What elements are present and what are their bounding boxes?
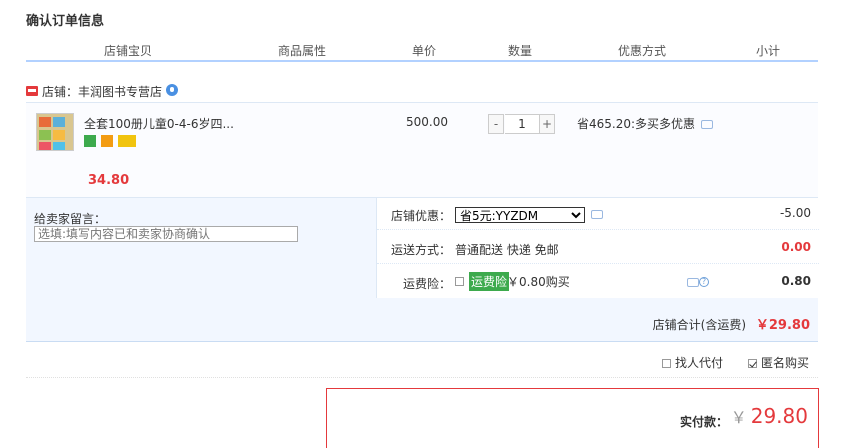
page-title: 确认订单信息 <box>26 14 105 29</box>
proxy-pay-option[interactable]: 找人代付 <box>662 354 723 371</box>
payment-amount: 29.80 <box>750 404 808 428</box>
shop-name-link[interactable]: 店铺：丰润图书专营店 <box>42 83 162 100</box>
shipping-label: 运送方式： <box>391 243 452 257</box>
unit-price: 500.00 <box>406 115 448 129</box>
shop-total: 店铺合计(含运费) ￥29.80 <box>653 314 810 333</box>
shipping-amount: 0.00 <box>781 240 811 254</box>
fees-block: 店铺优惠： 省5元:YYZDM -5.00 运送方式： 普通配送 快递 免邮 0… <box>376 198 819 298</box>
quantity-plus-button[interactable]: + <box>539 114 555 134</box>
quantity-stepper: - + <box>488 114 556 134</box>
discount-row: 店铺优惠： 省5元:YYZDM -5.00 <box>377 198 819 230</box>
insurance-row: 运费险： 运费险 ￥0.80购买 ? 0.80 <box>377 266 819 298</box>
payment-summary: 实付款： ￥ 29.80 <box>326 388 819 448</box>
proxy-pay-label: 找人代付 <box>675 356 724 370</box>
shipping-row: 运送方式： 普通配送 快递 免邮 0.00 <box>377 232 819 264</box>
shop-total-label: 店铺合计(含运费) <box>652 318 747 332</box>
quantity-input[interactable] <box>505 114 539 134</box>
seller-message-label: 给卖家留言： <box>34 212 107 226</box>
promotion-info: 省465.20:多买多优惠 <box>577 115 713 132</box>
insurance-price: ￥0.80购买 <box>507 275 570 289</box>
credit-card-icon[interactable] <box>117 135 136 147</box>
shop-total-value: ￥29.80 <box>755 318 810 333</box>
col-quantity: 数量 <box>508 44 533 58</box>
insurance-checkbox[interactable] <box>455 277 464 286</box>
column-header-row: 店铺宝贝 商品属性 单价 数量 优惠方式 小计 <box>26 38 818 62</box>
payment-amount-wrap: ￥ 29.80 <box>731 404 808 428</box>
proxy-pay-checkbox[interactable] <box>662 359 671 368</box>
payment-label: 实付款： <box>679 415 728 429</box>
anonymous-option[interactable]: 匿名购买 <box>748 354 809 371</box>
shipping-method: 普通配送 快递 免邮 <box>455 243 559 257</box>
seven-day-return-icon[interactable] <box>84 135 96 147</box>
payment-options: 找人代付 匿名购买 <box>26 346 818 378</box>
col-unit-price: 单价 <box>412 44 437 58</box>
discount-amount: -5.00 <box>779 206 811 220</box>
product-title-link[interactable]: 全套100册儿童0-4-6岁四... <box>84 115 234 132</box>
product-thumbnail[interactable] <box>36 113 74 151</box>
promotion-info-icon[interactable] <box>700 120 713 129</box>
col-shop-item: 店铺宝贝 <box>104 44 153 58</box>
insurance-help-icon[interactable]: ? <box>699 277 709 287</box>
shop-tag-icon <box>26 86 38 96</box>
service-badges <box>84 135 137 149</box>
col-subtotal: 小计 <box>756 44 781 58</box>
order-extras-panel: 给卖家留言： 店铺优惠： 省5元:YYZDM -5.00 运送方式： 普通配送 … <box>26 198 819 342</box>
discount-label: 店铺优惠： <box>391 209 452 223</box>
anonymous-label: 匿名购买 <box>761 356 810 370</box>
item-subtotal: 34.80 <box>88 173 130 188</box>
insurance-tag: 运费险 <box>469 272 510 291</box>
insurance-label: 运费险： <box>403 277 452 291</box>
payment-currency: ￥ <box>730 408 747 427</box>
quantity-minus-button[interactable]: - <box>488 114 504 134</box>
seller-message-input[interactable] <box>34 226 298 242</box>
discount-info-icon[interactable] <box>591 210 603 219</box>
wangwang-chat-icon[interactable] <box>166 84 178 96</box>
order-item-row: 全套100册儿童0-4-6岁四... 500.00 - + 省465.20:多买… <box>26 102 818 198</box>
col-promotion: 优惠方式 <box>618 44 667 58</box>
discount-select[interactable]: 省5元:YYZDM <box>455 207 585 223</box>
promotion-text: 省465.20:多买多优惠 <box>577 117 696 131</box>
shop-header: 店铺：丰润图书专营店 <box>26 80 818 102</box>
anonymous-checkbox[interactable] <box>748 359 757 368</box>
col-attributes: 商品属性 <box>278 44 327 58</box>
guarantee-icon[interactable] <box>100 135 113 147</box>
insurance-amount: 0.80 <box>781 274 811 288</box>
insurance-chat-icon[interactable] <box>687 278 699 287</box>
